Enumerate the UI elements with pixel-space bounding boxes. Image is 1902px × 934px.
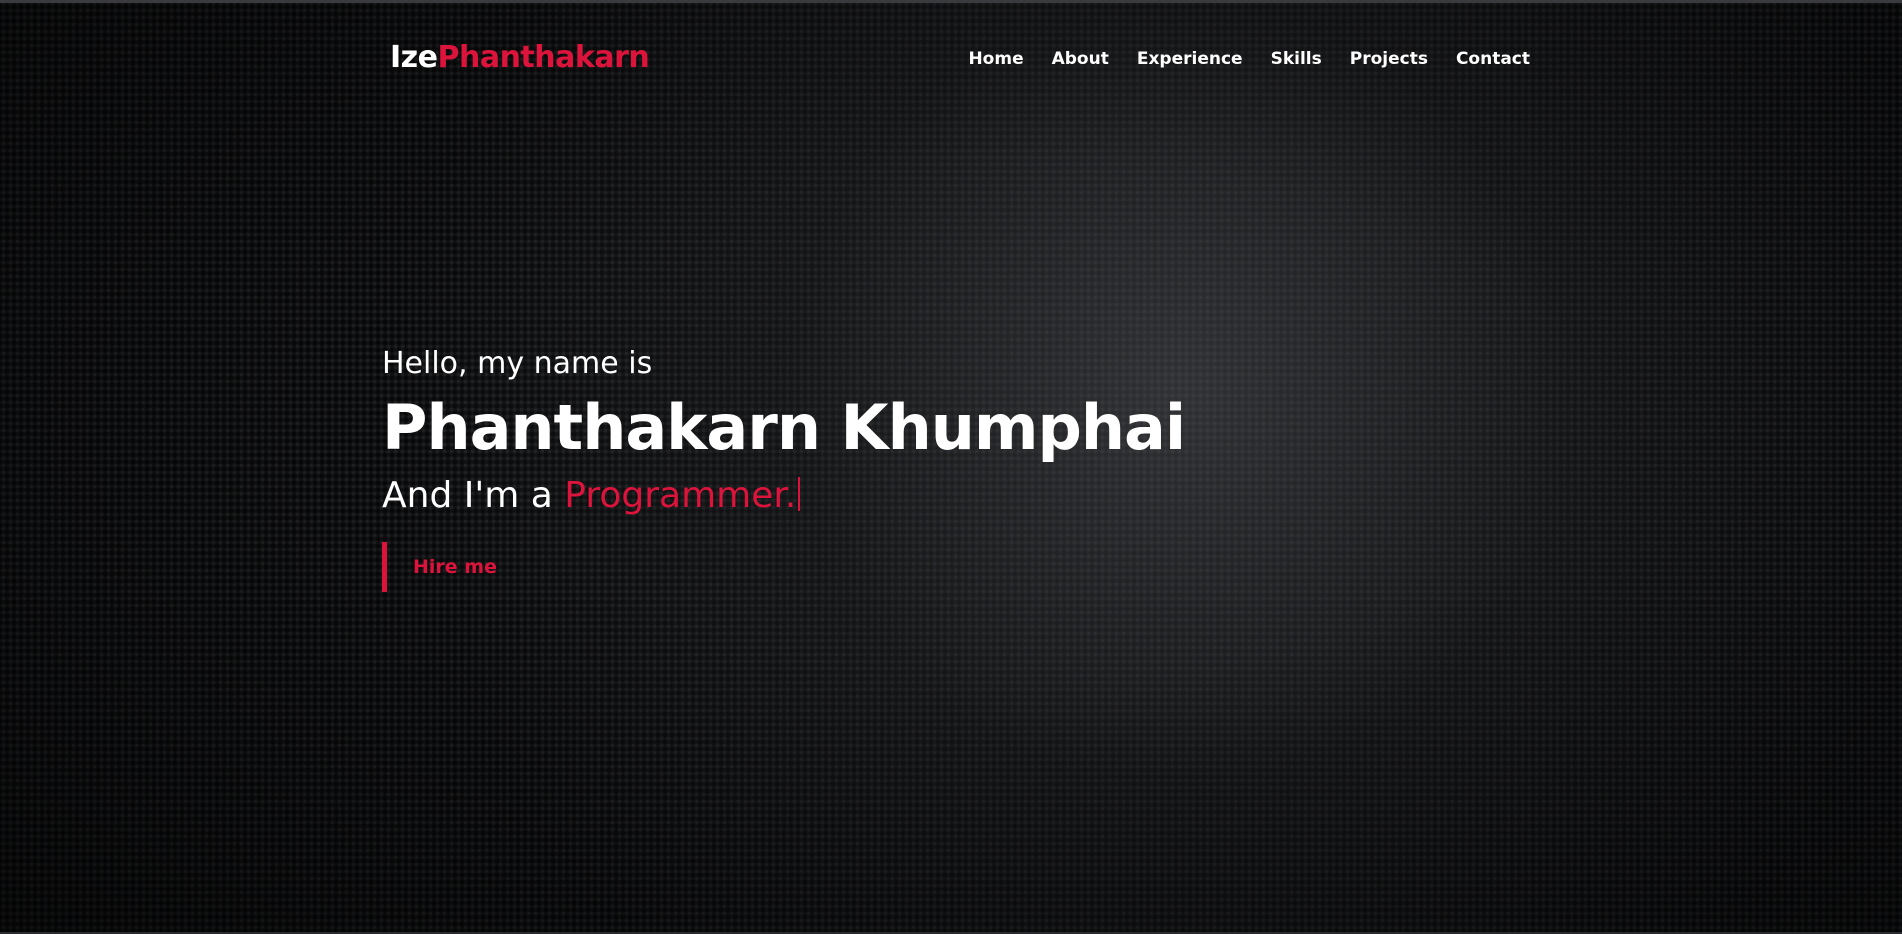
nav-link-experience[interactable]: Experience [1137,49,1243,69]
nav-item-home: Home [968,49,1023,69]
nav-link-home[interactable]: Home [968,49,1023,69]
nav-item-contact: Contact [1456,49,1530,69]
nav-link-skills[interactable]: Skills [1271,49,1322,69]
logo-first: Ize [390,40,438,75]
nav-menu: Home About Experience Skills Projects Co… [968,49,1530,69]
hire-me-button[interactable]: Hire me [382,542,497,592]
hero-role: Programmer. [564,475,797,516]
nav-link-contact[interactable]: Contact [1456,49,1530,69]
nav-link-projects[interactable]: Projects [1350,49,1428,69]
site-logo[interactable]: IzePhanthakarn [390,40,650,75]
hero-section: Hello, my name is Phanthakarn Khumphai A… [382,340,1186,592]
page: IzePhanthakarn Home About Experience Ski… [0,0,1902,934]
nav-item-skills: Skills [1271,49,1322,69]
nav-link-about[interactable]: About [1052,49,1109,69]
logo-second: Phanthakarn [437,40,650,75]
top-border [0,0,1902,3]
hero-name: Phanthakarn Khumphai [382,391,1186,464]
navbar: IzePhanthakarn Home About Experience Ski… [0,0,1902,120]
nav-item-about: About [1052,49,1109,69]
nav-item-projects: Projects [1350,49,1428,69]
nav-item-experience: Experience [1137,49,1243,69]
hero-role-line: And I'm a Programmer. [382,468,1185,524]
hero-greeting: Hello, my name is [382,346,653,381]
typing-cursor [798,477,801,511]
hero-role-prefix: And I'm a [382,475,565,516]
